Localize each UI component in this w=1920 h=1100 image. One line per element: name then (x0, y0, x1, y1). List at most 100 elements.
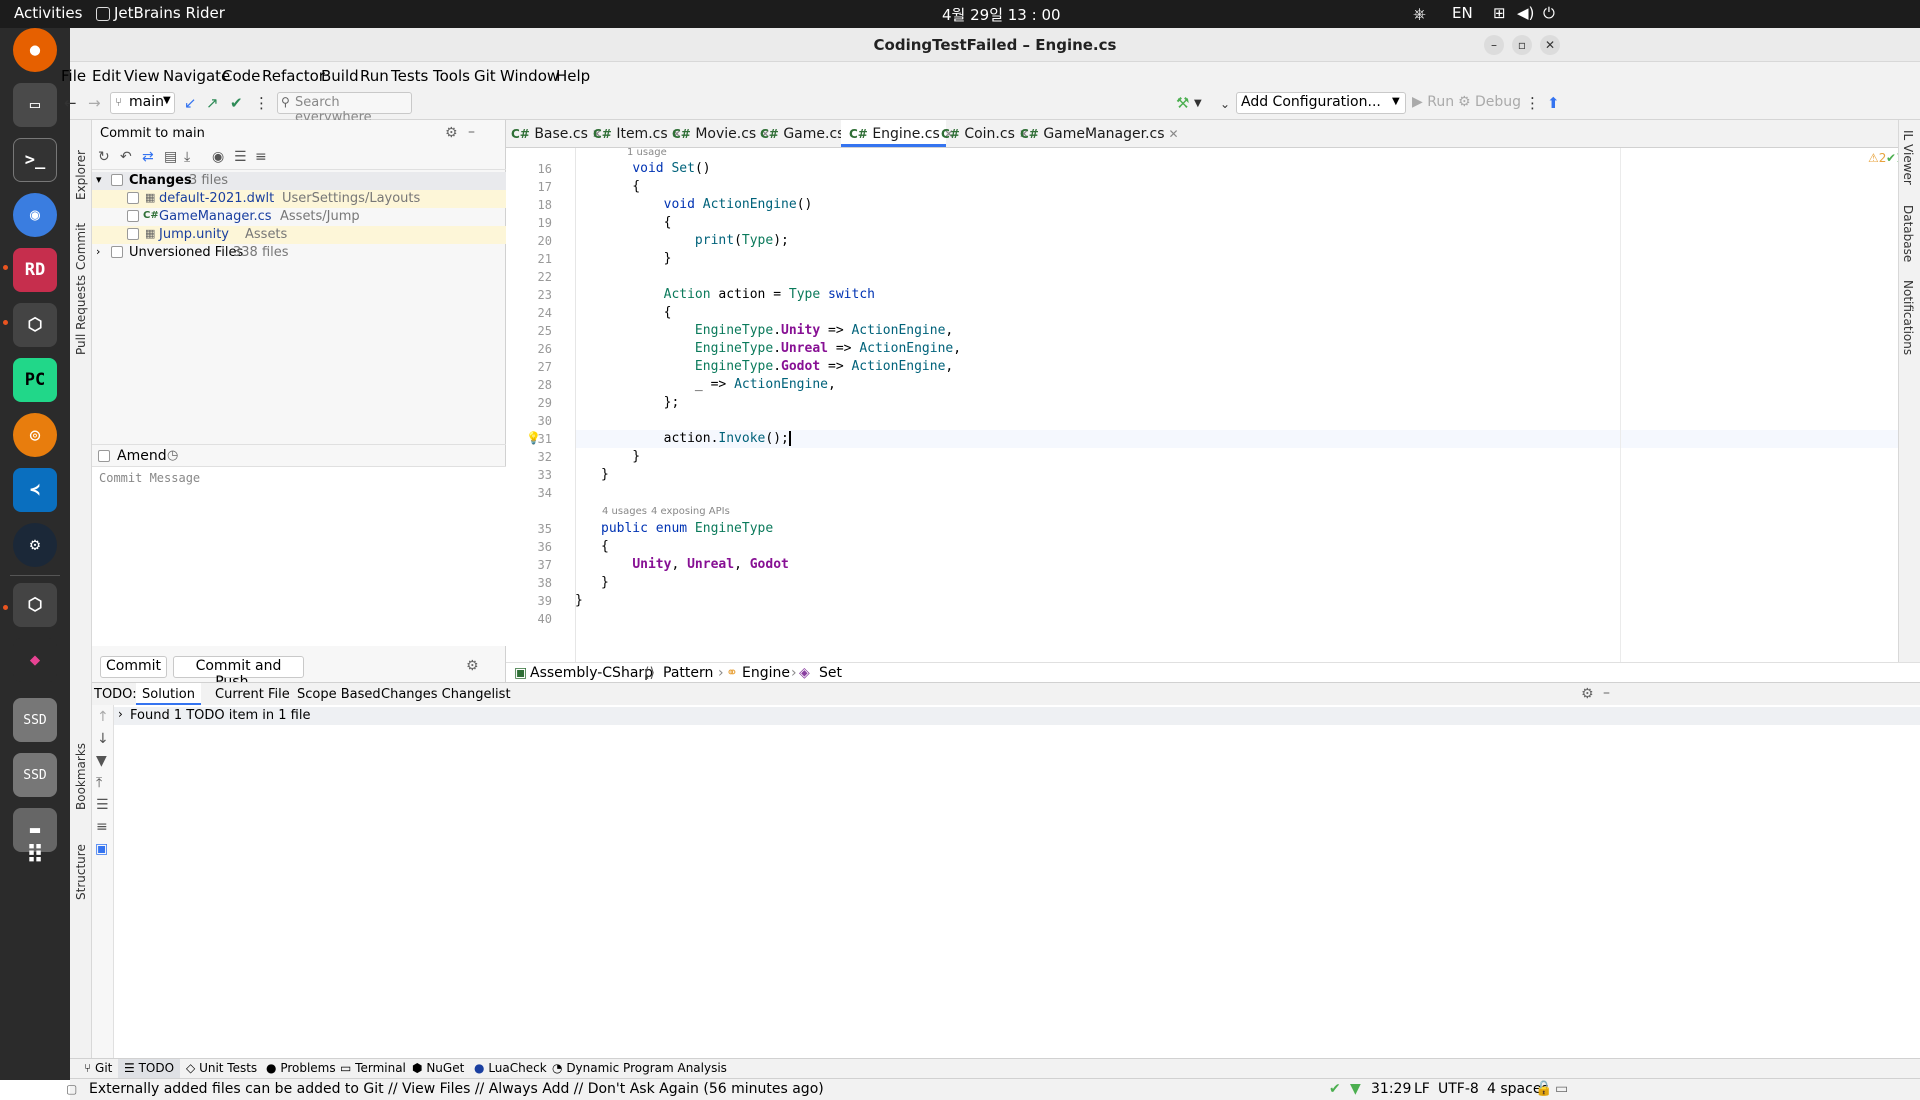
expand-all-icon[interactable]: ☰ (234, 149, 247, 165)
pycharm-icon[interactable]: PC (13, 358, 57, 402)
krita-icon[interactable]: ◆ (13, 638, 57, 682)
line-separator[interactable]: LF (1414, 1081, 1430, 1097)
view-options-icon[interactable]: ◉ (212, 149, 224, 165)
tab-item[interactable]: C# Item.cs ✕ (593, 126, 682, 142)
database-tab[interactable]: Database (1901, 205, 1915, 262)
menu-window[interactable]: Window (500, 67, 559, 85)
pull-requests-tab[interactable]: Pull Requests (74, 275, 88, 355)
update-project-icon[interactable]: ↙ (184, 94, 197, 112)
changes-group-row[interactable]: ▾ Changes 3 files (92, 172, 506, 190)
diff-icon[interactable]: ⇄ (142, 149, 154, 165)
status-message[interactable]: Externally added files can be added to G… (89, 1081, 824, 1097)
commit-tab[interactable]: Commit (74, 223, 88, 270)
minimize-panel-icon[interactable]: – (468, 124, 475, 140)
rider-icon[interactable]: RD (13, 248, 57, 292)
il-viewer-tab[interactable]: IL Viewer (1901, 130, 1915, 185)
chrome-icon[interactable]: ◉ (13, 193, 57, 237)
list-item[interactable]: C# GameManager.cs Assets/Jump (92, 208, 506, 226)
breadcrumb-namespace[interactable]: Pattern (663, 665, 713, 681)
search-everywhere-field[interactable]: ⚲ Search everywhere (277, 92, 412, 125)
ok-status-icon[interactable]: ✔ (1329, 1081, 1341, 1097)
file-checkbox[interactable] (127, 210, 139, 222)
toolwindow-git[interactable]: ⑂ Git (84, 1061, 112, 1075)
ssd-drive-icon[interactable]: SSD (13, 753, 57, 797)
unversioned-files-row[interactable]: › Unversioned Files 338 files (92, 244, 506, 262)
vcs-dropdown-icon[interactable]: ⌄ (1220, 97, 1230, 111)
vcs-status-icon[interactable]: ▼ (1350, 1081, 1361, 1097)
list-item[interactable]: ▦ default-2021.dwlt UserSettings/Layouts (92, 190, 506, 208)
commit-message-input[interactable]: Commit Message (92, 466, 506, 646)
apps-grid-icon[interactable]: ⠿ (13, 833, 57, 877)
memory-indicator-icon[interactable]: ▭ (1555, 1081, 1568, 1097)
build-hammer-icon[interactable]: ⚒ (1176, 94, 1189, 112)
breadcrumb-assembly[interactable]: Assembly-CSharp (530, 665, 653, 681)
clock[interactable]: 4월 29일 13 : 00 (942, 4, 1061, 25)
ubuntu-pro-icon[interactable]: ⎈ (1413, 4, 1426, 24)
menu-git[interactable]: Git (474, 67, 496, 85)
vscode-icon[interactable]: ≺ (13, 468, 57, 512)
notifications-tab[interactable]: Notifications (1901, 280, 1915, 355)
menu-tests[interactable]: Tests (391, 67, 428, 85)
run-button[interactable]: ▶ Run (1412, 94, 1454, 110)
ssd-drive-icon[interactable]: SSD (13, 698, 57, 742)
branch-selector[interactable]: ⑂ main ▼ (110, 92, 175, 114)
collapse-all-icon[interactable]: ≡ (255, 149, 267, 165)
menu-view[interactable]: View (124, 67, 160, 85)
filter-icon[interactable]: ▼ (96, 753, 107, 769)
run-configuration-selector[interactable]: Add Configuration... ▼ (1236, 92, 1406, 114)
expand-all-icon[interactable]: ☰ (96, 797, 109, 813)
collapse-all-icon[interactable]: ≡ (96, 819, 108, 835)
caret-position[interactable]: 31:29 (1371, 1081, 1411, 1097)
menu-navigate[interactable]: Navigate (163, 67, 230, 85)
files-icon[interactable]: ▭ (13, 83, 57, 127)
volume-icon[interactable]: ◀) (1517, 4, 1534, 22)
commit-options-gear-icon[interactable]: ⚙ (466, 658, 479, 674)
commit-button[interactable]: Commit (100, 656, 167, 678)
menu-build[interactable]: Build (321, 67, 359, 85)
debug-button[interactable]: ⚙ Debug (1458, 94, 1521, 110)
tab-changes-changelist[interactable]: Changes Changelist (381, 687, 511, 702)
tab-scope-based[interactable]: Scope Based (297, 687, 381, 702)
steam-icon[interactable]: ⚙ (13, 523, 57, 567)
lightbulb-icon[interactable]: 💡 (526, 431, 541, 445)
push-icon[interactable]: ↗ (206, 94, 219, 112)
commit-check-icon[interactable]: ✔ (230, 94, 243, 112)
up-arrow-icon[interactable]: ↑ (97, 709, 109, 725)
changes-checkbox[interactable] (111, 174, 123, 186)
down-arrow-icon[interactable]: ↓ (97, 731, 109, 747)
breadcrumb-method[interactable]: Set (819, 665, 842, 681)
tab-coin[interactable]: C# Coin.cs ✕ (941, 126, 1029, 142)
tab-engine[interactable]: C# Engine.cs ✕ (849, 126, 954, 142)
clock-history-icon[interactable]: ◷ (167, 448, 178, 463)
code-editor[interactable]: 16 17 18 19 20 21 22 23 24 25 26 27 28 2… (506, 147, 1920, 662)
refresh-icon[interactable]: ↻ (98, 149, 110, 165)
menu-code[interactable]: Code (222, 67, 260, 85)
rollback-icon[interactable]: ↶ (120, 149, 132, 165)
tab-solution[interactable]: Solution (136, 683, 201, 705)
breadcrumb-class[interactable]: Engine (742, 665, 790, 681)
back-icon[interactable]: ← (64, 94, 77, 112)
unity-hub-icon[interactable]: ⬡ (13, 583, 57, 627)
minimize-button[interactable]: – (1484, 35, 1504, 55)
tab-base[interactable]: C# Base.cs ✕ (511, 126, 602, 142)
todo-settings-gear-icon[interactable]: ⚙ (1581, 686, 1594, 702)
firefox-icon[interactable]: ● (13, 28, 57, 72)
file-checkbox[interactable] (127, 228, 139, 240)
menu-refactor[interactable]: Refactor (262, 67, 325, 85)
tab-current-file[interactable]: Current File (215, 687, 290, 702)
power-icon[interactable]: ⏻ (1543, 4, 1555, 22)
menu-help[interactable]: Help (556, 67, 590, 85)
list-item[interactable]: ▦ Jump.unity Assets (92, 226, 506, 244)
file-encoding[interactable]: UTF-8 (1438, 1081, 1479, 1097)
network-icon[interactable]: ⊞ (1493, 4, 1506, 22)
unversioned-checkbox[interactable] (111, 246, 123, 258)
more-icon[interactable]: ⋮ (1525, 94, 1540, 112)
tab-gamemanager[interactable]: C# GameManager.cs ✕ (1020, 126, 1179, 142)
amend-checkbox[interactable] (98, 450, 110, 462)
forward-icon[interactable]: → (88, 94, 101, 112)
unity-icon[interactable]: ⬡ (13, 303, 57, 347)
toolwindow-unit-tests[interactable]: ◇ Unit Tests (186, 1061, 257, 1075)
menu-run[interactable]: Run (360, 67, 389, 85)
active-app-name[interactable]: JetBrains Rider (114, 4, 225, 22)
minimize-panel-icon[interactable]: – (1603, 685, 1610, 701)
